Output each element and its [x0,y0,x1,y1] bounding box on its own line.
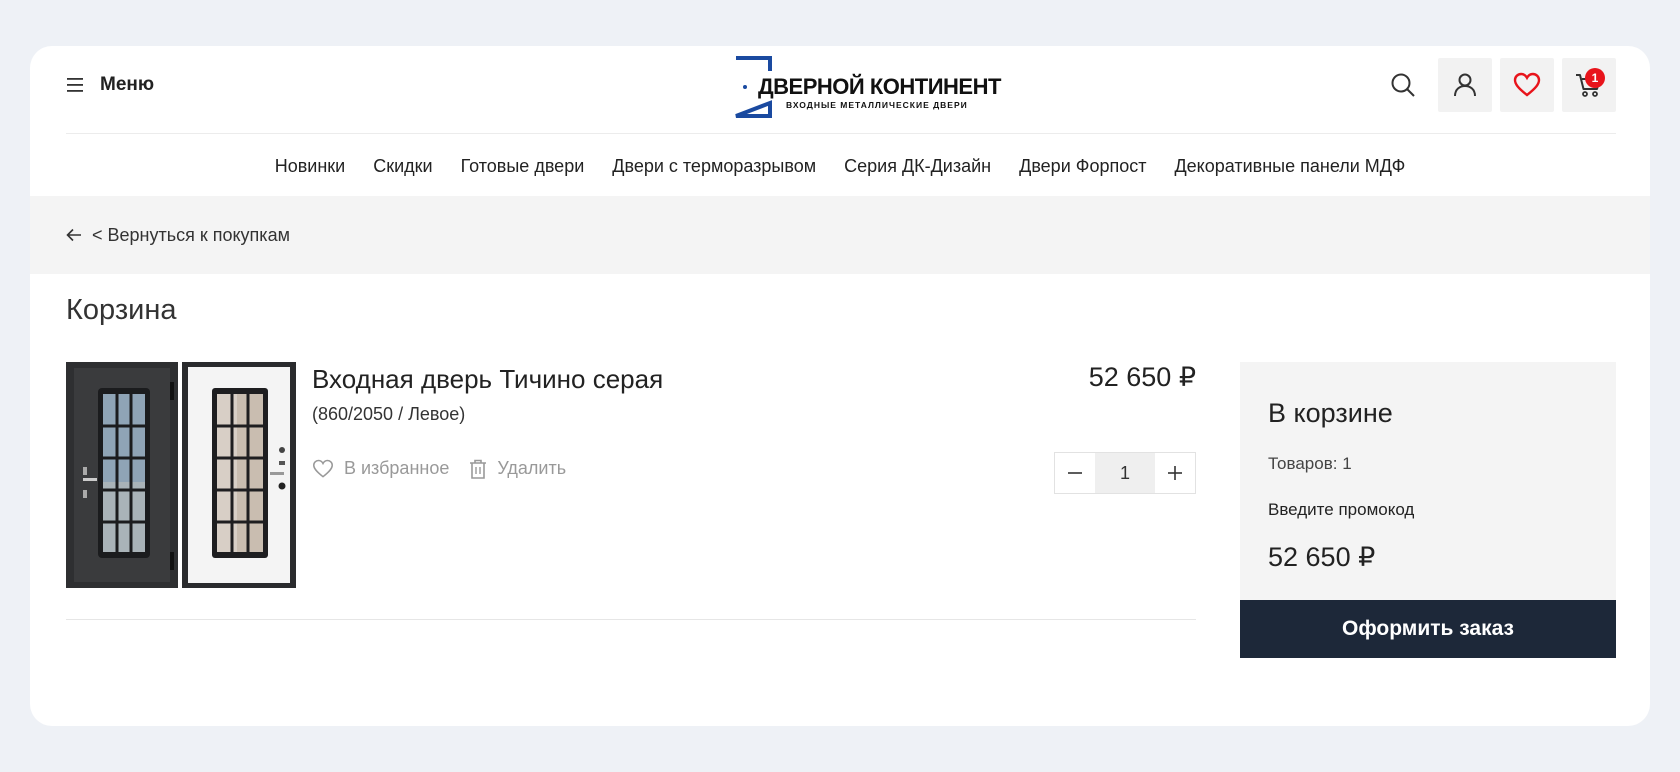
nav-item-discounts[interactable]: Скидки [373,156,432,177]
delete-label: Удалить [497,458,567,478]
arrow-left-icon [66,228,81,242]
nav-item-mdf-panels[interactable]: Декоративные панели МДФ [1174,156,1405,177]
product-price: 52 650 ₽ [1088,362,1196,392]
menu-button[interactable]: Меню [66,74,154,96]
checkout-button[interactable]: Оформить заказ [1240,600,1616,658]
plus-icon [1168,466,1182,480]
search-button[interactable] [1376,58,1430,112]
favorites-button[interactable] [1500,58,1554,112]
menu-label: Меню [100,74,155,95]
decrease-quantity-button[interactable] [1055,453,1095,493]
search-icon [1391,73,1415,97]
heart-outline-icon [312,459,334,478]
page-card: Меню ДВЕРНОЙ КОНТИНЕНТ ВХОДНЫЕ МЕТАЛЛИЧЕ… [30,46,1650,726]
favorites-label: В избранное [344,458,450,478]
items-count: Товаров: 1 [1268,454,1352,473]
product-variant: (860/2050 / Левое) [312,404,466,424]
heart-icon [1513,72,1541,97]
delete-item-button[interactable]: Удалить [469,458,566,479]
cart-item: Входная дверь Тичино серая (860/2050 / Л… [66,362,1196,620]
total-price: 52 650 ₽ [1268,542,1376,572]
minus-icon [1068,472,1082,474]
trash-icon [470,459,487,479]
increase-quantity-button[interactable] [1155,453,1195,493]
add-to-favorites-button[interactable]: В избранное [312,458,449,479]
item-actions: В избранное Удалить [312,458,566,479]
logo[interactable]: ДВЕРНОЙ КОНТИНЕНТ ВХОДНЫЕ МЕТАЛЛИЧЕСКИЕ … [734,56,1001,118]
quantity-stepper: 1 [1054,452,1196,494]
main-nav: Новинки Скидки Готовые двери Двери с тер… [30,134,1650,198]
page-title: Корзина [66,294,177,326]
promo-code-link[interactable]: Введите промокод [1268,500,1414,520]
cart-button[interactable]: 1 [1562,58,1616,112]
header: Меню ДВЕРНОЙ КОНТИНЕНТ ВХОДНЫЕ МЕТАЛЛИЧЕ… [66,46,1616,134]
account-button[interactable] [1438,58,1492,112]
header-icons: 1 [1376,58,1616,112]
nav-item-forpost[interactable]: Двери Форпост [1019,156,1146,177]
quantity-value[interactable]: 1 [1095,453,1155,493]
hamburger-icon [67,78,83,92]
nav-item-dk-design[interactable]: Серия ДК-Дизайн [844,156,991,177]
logo-title: ДВЕРНОЙ КОНТИНЕНТ [758,74,1001,99]
product-name[interactable]: Входная дверь Тичино серая [312,364,663,395]
back-bar: < Вернуться к покупкам [30,196,1650,274]
door-product-image[interactable] [66,362,296,588]
order-summary: В корзине Товаров: 1 Введите промокод 52… [1240,362,1616,658]
back-link-label: < Вернуться к покупкам [92,224,290,245]
nav-item-ready-doors[interactable]: Готовые двери [461,156,585,177]
nav-item-thermal-doors[interactable]: Двери с терморазрывом [612,156,816,177]
user-icon [1454,73,1476,97]
nav-item-new[interactable]: Новинки [275,156,346,177]
cart-count-badge: 1 [1585,68,1605,88]
summary-title: В корзине [1268,398,1393,428]
back-to-shopping-link[interactable]: < Вернуться к покупкам [66,225,290,246]
logo-subtitle: ВХОДНЫЕ МЕТАЛЛИЧЕСКИЕ ДВЕРИ [786,100,968,110]
